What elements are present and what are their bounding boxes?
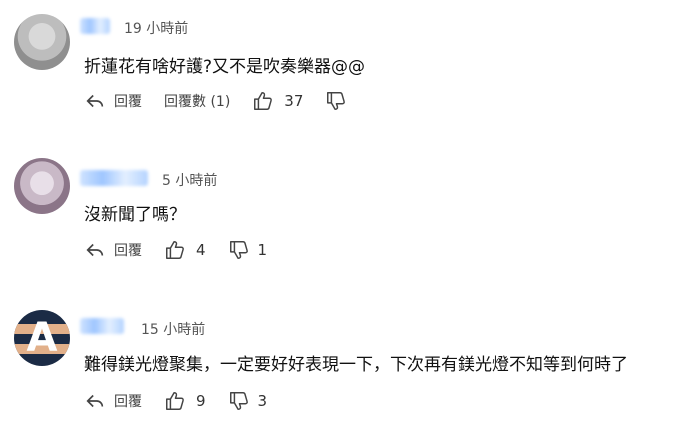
like-count: 4	[196, 241, 206, 259]
like-button[interactable]: 4	[164, 239, 206, 261]
comment-time: 19 小時前	[124, 21, 189, 37]
like-count: 9	[196, 392, 206, 410]
comment-actions: 回覆 回覆數 (1) 37	[84, 88, 375, 114]
reply-button[interactable]: 回覆	[84, 239, 142, 261]
username-blurred[interactable]	[80, 18, 110, 34]
reply-button[interactable]: 回覆	[84, 390, 142, 412]
like-button[interactable]: 37	[252, 90, 303, 112]
username-blurred[interactable]	[80, 170, 148, 186]
comment-time: 5 小時前	[162, 173, 218, 189]
thumbs-up-icon	[166, 241, 184, 259]
comment-actions: 回覆 4 1	[84, 237, 289, 263]
dislike-count: 1	[257, 241, 268, 259]
dislike-button[interactable]	[325, 90, 353, 112]
dislike-count: 3	[257, 392, 268, 410]
reply-arrow-icon	[86, 394, 104, 408]
avatar[interactable]: A	[14, 310, 70, 366]
like-button[interactable]: 9	[164, 390, 206, 412]
reply-arrow-icon	[86, 243, 104, 257]
avatar[interactable]	[14, 158, 70, 214]
replies-count-label: 回覆數 (1)	[164, 94, 231, 110]
comment-text: 沒新聞了嗎？	[84, 205, 186, 225]
thumbs-down-icon	[229, 392, 248, 410]
thumbs-up-icon	[254, 92, 273, 110]
thumbs-down-icon	[327, 92, 346, 110]
avatar-letter: A	[26, 315, 58, 361]
thumbs-up-icon	[166, 392, 184, 410]
reply-label: 回覆	[114, 94, 142, 110]
reply-arrow-icon	[86, 94, 104, 108]
reply-label: 回覆	[114, 243, 142, 259]
comment-text: 折蓮花有啥好護?又不是吹奏樂器@@	[84, 57, 366, 77]
thumbs-down-icon	[229, 241, 248, 259]
dislike-button[interactable]: 3	[228, 390, 268, 412]
view-replies-button[interactable]: 回覆數 (1)	[164, 91, 230, 111]
comment-text: 難得鎂光燈聚集，一定要好好表現一下，下次再有鎂光燈不知等到何時了	[84, 355, 628, 375]
like-count: 37	[284, 92, 304, 110]
comment-time: 15 小時前	[141, 322, 206, 338]
comment-actions: 回覆 9 3	[84, 388, 289, 414]
avatar[interactable]	[14, 14, 70, 70]
reply-label: 回覆	[114, 394, 142, 410]
dislike-button[interactable]: 1	[228, 239, 268, 261]
username-blurred[interactable]	[80, 318, 124, 334]
reply-button[interactable]: 回覆	[84, 90, 142, 112]
